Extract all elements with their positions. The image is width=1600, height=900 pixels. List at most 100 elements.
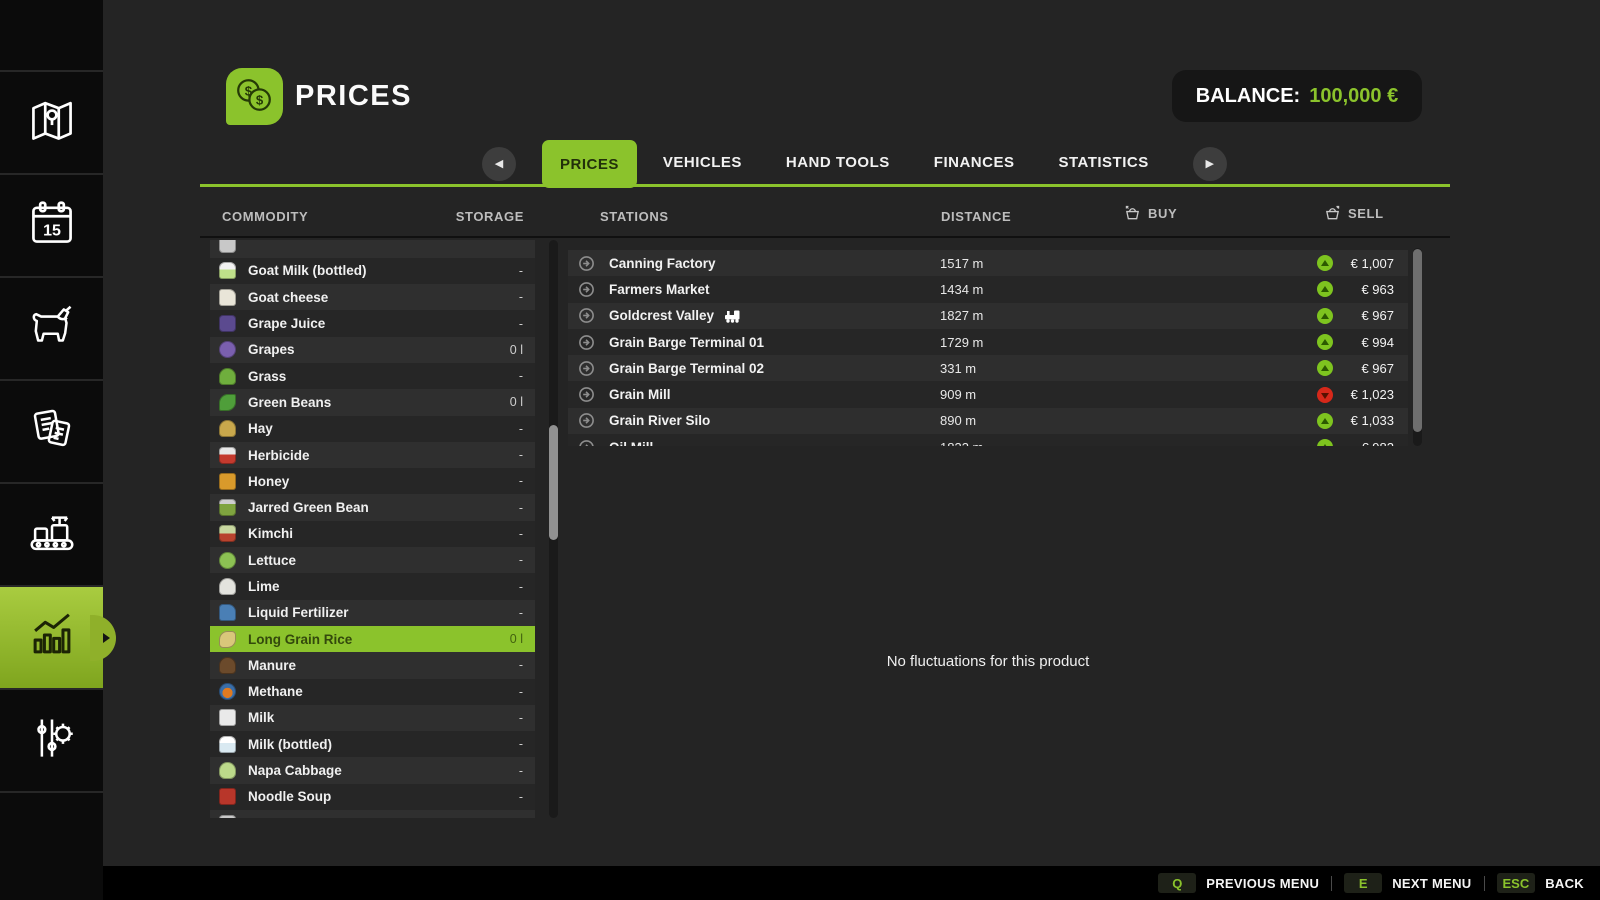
station-distance: 890 m	[940, 413, 1090, 428]
commodity-row[interactable]: Grass-	[210, 363, 535, 389]
commodity-row-partial[interactable]	[210, 810, 535, 818]
commodity-row[interactable]: Napa Cabbage-	[210, 757, 535, 783]
commodity-row[interactable]: Manure-	[210, 652, 535, 678]
commodity-row[interactable]: Honey-	[210, 468, 535, 494]
long-grain-rice-icon	[219, 631, 236, 648]
station-goto-icon	[578, 412, 595, 429]
commodity-row[interactable]: Lime-	[210, 573, 535, 599]
commodity-name: Milk	[248, 710, 519, 725]
commodity-row[interactable]: Long Grain Rice0 l	[210, 626, 535, 652]
map-icon	[25, 93, 79, 152]
station-name: Grain Mill	[609, 387, 671, 402]
commodity-row[interactable]: Green Beans0 l	[210, 389, 535, 415]
sidebar-item-statistics[interactable]	[0, 585, 103, 688]
price-trend-up-icon	[1317, 439, 1333, 446]
buy-basket-icon	[1124, 205, 1141, 221]
tab-finances[interactable]: FINANCES	[916, 140, 1033, 184]
sidebar-item-settings[interactable]	[0, 688, 103, 791]
commodity-name: Grape Juice	[248, 316, 519, 331]
hint-label: NEXT MENU	[1392, 876, 1471, 891]
balance-label: BALANCE:	[1196, 85, 1300, 108]
commodity-storage: -	[519, 474, 523, 488]
tab-hand-tools[interactable]: HAND TOOLS	[768, 140, 908, 184]
commodity-row[interactable]: Kimchi-	[210, 521, 535, 547]
station-row[interactable]: Goldcrest Valley1827 m€ 967	[568, 303, 1408, 329]
station-scrollbar-thumb[interactable]	[1413, 249, 1422, 432]
commodity-scrollbar-thumb[interactable]	[549, 425, 558, 540]
milk-bottle-icon	[219, 736, 236, 753]
station-goto-icon	[578, 307, 595, 324]
commodity-row[interactable]: Noodle Soup-	[210, 784, 535, 810]
commodity-row-partial[interactable]	[210, 240, 535, 258]
commodity-row[interactable]: Liquid Fertilizer-	[210, 600, 535, 626]
commodity-row[interactable]: Methane-	[210, 679, 535, 705]
footer-hint-next-menu[interactable]: ENEXT MENU	[1344, 873, 1471, 893]
commodity-row[interactable]: Milk (bottled)-	[210, 731, 535, 757]
station-sell-price: € 967	[1342, 361, 1394, 376]
commodity-name: Milk (bottled)	[248, 737, 519, 752]
commodity-row[interactable]: Grape Juice-	[210, 310, 535, 336]
commodity-storage: -	[519, 422, 523, 436]
tabs-prev-button[interactable]: ◀	[482, 147, 516, 181]
sidebar-spacer	[0, 0, 103, 70]
sidebar-item-production[interactable]	[0, 482, 103, 585]
commodity-row[interactable]: Milk-	[210, 705, 535, 731]
page-title: PRICES	[295, 80, 412, 113]
sidebar-divider	[0, 791, 103, 793]
herbicide-icon	[219, 447, 236, 464]
grapes-icon	[219, 341, 236, 358]
station-sell-price: € 967	[1342, 308, 1394, 323]
footer-hint-previous-menu[interactable]: QPREVIOUS MENU	[1158, 873, 1319, 893]
commodity-row[interactable]: Hay-	[210, 416, 535, 442]
commodity-scrollbar[interactable]	[549, 240, 558, 818]
station-row[interactable]: Oil Mill1833 m€ 982	[568, 434, 1408, 446]
svg-text:$: $	[256, 93, 264, 108]
station-row[interactable]: Grain Mill909 m€ 1,023	[568, 381, 1408, 407]
sell-basket-icon	[1324, 205, 1341, 221]
commodity-storage: -	[519, 501, 523, 515]
sidebar-item-animals[interactable]	[0, 276, 103, 379]
commodity-row[interactable]: Herbicide-	[210, 442, 535, 468]
tab-prices[interactable]: PRICES	[542, 140, 637, 188]
commodity-storage: 0 l	[510, 395, 523, 409]
commodity-row[interactable]: Grapes0 l	[210, 337, 535, 363]
prices-coins-icon: $ $	[226, 68, 283, 125]
commodity-storage: -	[519, 369, 523, 383]
station-row[interactable]: Grain Barge Terminal 011729 m€ 994	[568, 329, 1408, 355]
column-header-storage: STORAGE	[210, 209, 524, 224]
commodity-name: Goat cheese	[248, 290, 519, 305]
tab-vehicles[interactable]: VEHICLES	[645, 140, 760, 184]
contracts-icon	[25, 402, 79, 461]
station-scrollbar[interactable]	[1413, 248, 1422, 446]
commodity-row[interactable]: Goat cheese-	[210, 284, 535, 310]
production-icon	[25, 505, 79, 564]
commodity-row[interactable]: Lettuce-	[210, 547, 535, 573]
commodity-name: Napa Cabbage	[248, 763, 519, 778]
goat-cheese-icon	[219, 289, 236, 306]
sidebar-item-map[interactable]	[0, 70, 103, 173]
methane-icon	[219, 683, 236, 700]
station-name-wrap: Grain River Silo	[609, 413, 940, 428]
tabs-next-button[interactable]: ▶	[1193, 147, 1227, 181]
commodity-storage: -	[519, 790, 523, 804]
station-name-wrap: Grain Mill	[609, 387, 940, 402]
station-row[interactable]: Farmers Market1434 m€ 963	[568, 276, 1408, 302]
commodity-name: Herbicide	[248, 448, 519, 463]
commodity-row[interactable]: Jarred Green Bean-	[210, 494, 535, 520]
commodity-name: Lettuce	[248, 553, 519, 568]
station-row[interactable]: Grain River Silo890 m€ 1,033	[568, 408, 1408, 434]
sidebar-item-contracts[interactable]	[0, 379, 103, 482]
station-row[interactable]: Grain Barge Terminal 02331 m€ 967	[568, 355, 1408, 381]
footer-bar: QPREVIOUS MENU ENEXT MENU ESCBACK	[0, 866, 1600, 900]
station-row[interactable]: Canning Factory1517 m€ 1,007	[568, 250, 1408, 276]
sidebar-item-calendar[interactable]: 15	[0, 173, 103, 276]
commodity-storage: -	[519, 685, 523, 699]
footer-hint-back[interactable]: ESCBACK	[1497, 873, 1585, 893]
train-icon	[724, 309, 744, 323]
tab-statistics[interactable]: STATISTICS	[1040, 140, 1166, 184]
jarred-green-bean-icon	[219, 499, 236, 516]
commodity-row[interactable]: Goat Milk (bottled)-	[210, 258, 535, 284]
commodity-name: Lime	[248, 579, 519, 594]
commodity-name: Grass	[248, 369, 519, 384]
station-name: Canning Factory	[609, 256, 716, 271]
